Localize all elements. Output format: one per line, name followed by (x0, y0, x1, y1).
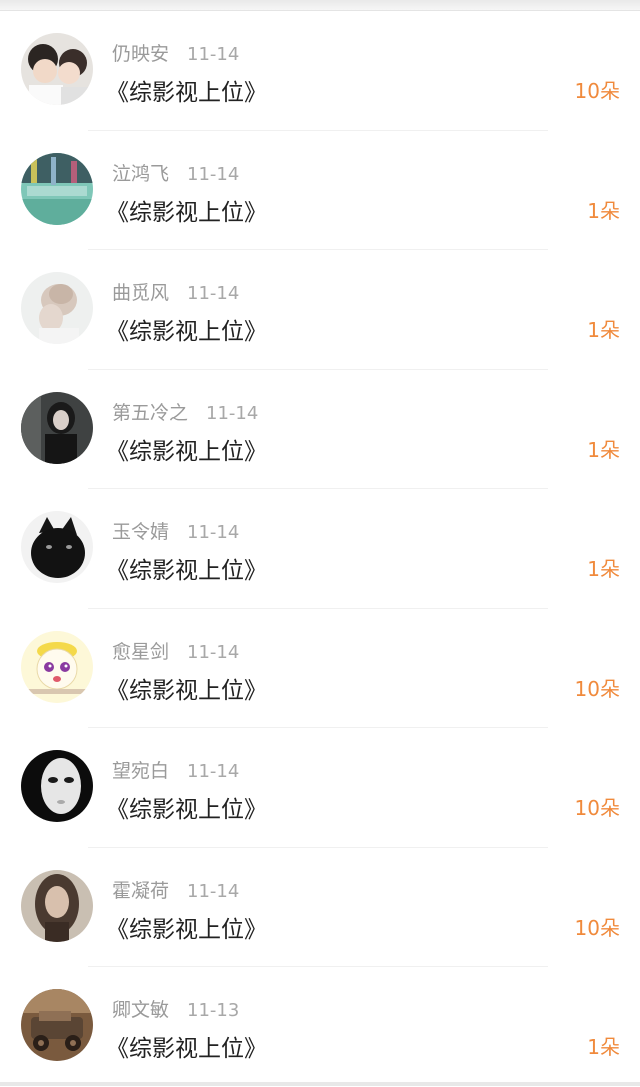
cartoon-face-icon (21, 631, 93, 703)
girl-back-photo-icon (21, 272, 93, 344)
bottom-edge (0, 1082, 640, 1086)
user-name[interactable]: 望宛白 (112, 760, 169, 782)
user-name[interactable]: 第五冷之 (112, 402, 188, 424)
girl-dark-photo-icon (21, 392, 93, 464)
old-car-photo-icon (21, 989, 93, 1061)
avatar[interactable] (21, 33, 93, 105)
gift-date: 11-14 (187, 44, 239, 65)
gift-count: 10朵 (575, 912, 620, 941)
meta-line: 望宛白 11-14 (112, 756, 239, 783)
avatar[interactable] (21, 870, 93, 942)
gift-date: 11-14 (187, 522, 239, 543)
avatar[interactable] (21, 989, 93, 1061)
meta-line: 卿文敏 11-13 (112, 995, 239, 1022)
meta-line: 玉令婧 11-14 (112, 517, 239, 544)
book-title[interactable]: 《综影视上位》 (106, 551, 267, 585)
gift-date: 11-14 (187, 283, 239, 304)
book-title[interactable]: 《综影视上位》 (106, 790, 267, 824)
meta-line: 仍映安 11-14 (112, 39, 239, 66)
avatar[interactable] (21, 750, 93, 822)
list-item[interactable]: 泣鸿飞 11-14 《综影视上位》 1朵 (0, 131, 640, 251)
book-title[interactable]: 《综影视上位》 (106, 1029, 267, 1063)
top-edge (0, 0, 640, 11)
avatar[interactable] (21, 511, 93, 583)
user-name[interactable]: 仍映安 (112, 43, 169, 65)
list-item[interactable]: 望宛白 11-14 《综影视上位》 10朵 (0, 728, 640, 848)
book-title[interactable]: 《综影视上位》 (106, 312, 267, 346)
user-name[interactable]: 玉令婧 (112, 521, 169, 543)
woman-portrait-photo-icon (21, 870, 93, 942)
user-name[interactable]: 愈星剑 (112, 641, 169, 663)
meta-line: 第五冷之 11-14 (112, 398, 258, 425)
list-item[interactable]: 玉令婧 11-14 《综影视上位》 1朵 (0, 489, 640, 609)
meta-line: 曲觅风 11-14 (112, 278, 239, 305)
book-title[interactable]: 《综影视上位》 (106, 910, 267, 944)
book-title[interactable]: 《综影视上位》 (106, 432, 267, 466)
gift-date: 11-14 (187, 881, 239, 902)
list-item[interactable]: 第五冷之 11-14 《综影视上位》 1朵 (0, 370, 640, 490)
avatar[interactable] (21, 392, 93, 464)
gift-date: 11-14 (206, 403, 258, 424)
list-item[interactable]: 仍映安 11-14 《综影视上位》 10朵 (0, 11, 640, 131)
gift-count: 10朵 (575, 75, 620, 104)
book-title[interactable]: 《综影视上位》 (106, 73, 267, 107)
gift-count: 1朵 (587, 1031, 620, 1060)
book-title[interactable]: 《综影视上位》 (106, 671, 267, 705)
gift-count: 1朵 (587, 434, 620, 463)
user-name[interactable]: 曲觅风 (112, 282, 169, 304)
gift-date: 11-14 (187, 642, 239, 663)
gift-count: 10朵 (575, 673, 620, 702)
white-mask-photo-icon (21, 750, 93, 822)
couple-photo-icon (21, 33, 93, 105)
user-name[interactable]: 卿文敏 (112, 999, 169, 1021)
user-name[interactable]: 霍凝荷 (112, 880, 169, 902)
meta-line: 霍凝荷 11-14 (112, 876, 239, 903)
gift-date: 11-14 (187, 761, 239, 782)
list-item[interactable]: 卿文敏 11-13 《综影视上位》 1朵 (0, 967, 640, 1087)
however-text-photo-icon (21, 153, 93, 225)
avatar[interactable] (21, 153, 93, 225)
gift-count: 1朵 (587, 314, 620, 343)
list-item[interactable]: 曲觅风 11-14 《综影视上位》 1朵 (0, 250, 640, 370)
meta-line: 愈星剑 11-14 (112, 637, 239, 664)
gift-list: 仍映安 11-14 《综影视上位》 10朵 泣鸿飞 11-14 《综影视上位》 1朵 (0, 11, 640, 1087)
gift-count: 1朵 (587, 195, 620, 224)
list-item[interactable]: 愈星剑 11-14 《综影视上位》 10朵 (0, 609, 640, 729)
book-title[interactable]: 《综影视上位》 (106, 193, 267, 227)
avatar[interactable] (21, 272, 93, 344)
black-cat-photo-icon (21, 511, 93, 583)
list-item[interactable]: 霍凝荷 11-14 《综影视上位》 10朵 (0, 848, 640, 968)
avatar[interactable] (21, 631, 93, 703)
user-name[interactable]: 泣鸿飞 (112, 163, 169, 185)
gift-date: 11-13 (187, 1000, 239, 1021)
meta-line: 泣鸿飞 11-14 (112, 159, 239, 186)
gift-count: 1朵 (587, 553, 620, 582)
gift-date: 11-14 (187, 164, 239, 185)
gift-count: 10朵 (575, 792, 620, 821)
